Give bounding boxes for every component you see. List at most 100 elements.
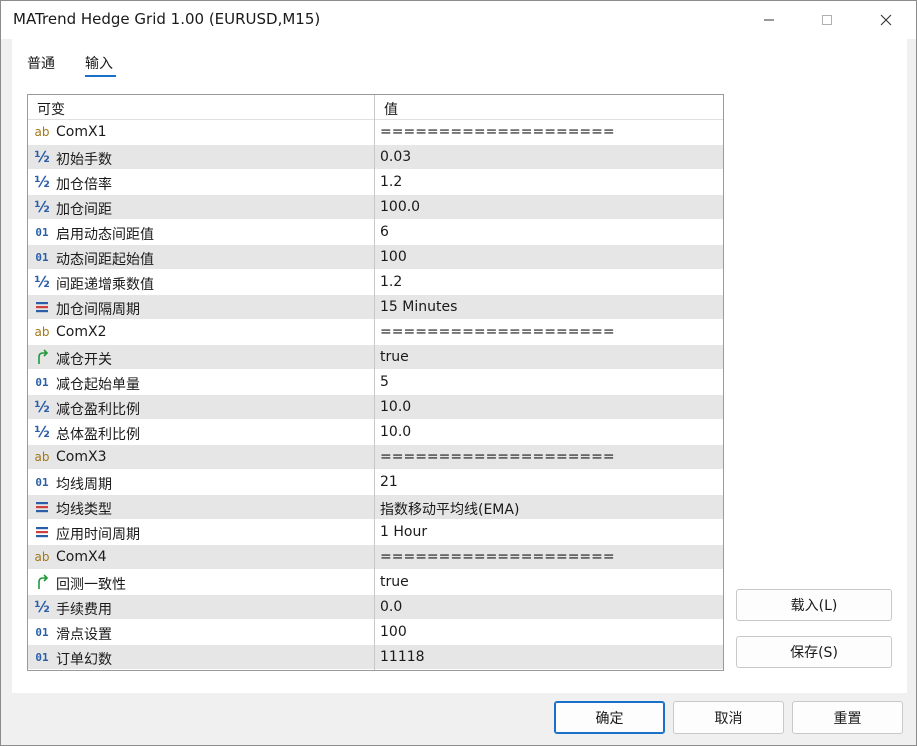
- parameter-value[interactable]: 100: [380, 624, 407, 640]
- table-row[interactable]: ½ 加仓间距 100.0: [28, 195, 723, 220]
- cancel-button[interactable]: 取消: [673, 701, 784, 734]
- table-row[interactable]: ab ComX1 ====================: [28, 120, 723, 145]
- minimize-button[interactable]: [746, 1, 792, 39]
- dialog-window: MATrend Hedge Grid 1.00 (EURUSD,M15) 普通 …: [0, 0, 917, 746]
- table-row[interactable]: 01 订单幻数 11118: [28, 645, 723, 670]
- table-row[interactable]: ½ 初始手数 0.03: [28, 145, 723, 170]
- table-row[interactable]: 应用时间周期 1 Hour: [28, 520, 723, 545]
- column-header-variable[interactable]: 可变: [37, 99, 65, 119]
- double-type-icon: ½: [34, 198, 50, 216]
- row-type-icon: ab: [33, 548, 51, 566]
- content-panel: 普通 输入 可变 值 ab ComX1 ==================== ½ 初…: [12, 39, 907, 693]
- table-row[interactable]: ½ 减仓盈利比例 10.0: [28, 395, 723, 420]
- parameter-value[interactable]: ====================: [380, 549, 615, 565]
- parameter-value[interactable]: 指数移动平均线(EMA): [380, 499, 519, 519]
- row-type-icon: [33, 523, 51, 541]
- maximize-button[interactable]: [804, 1, 850, 39]
- parameter-value[interactable]: 10.0: [380, 399, 411, 415]
- parameter-value[interactable]: 21: [380, 474, 398, 490]
- grid-header: 可变 值: [28, 95, 723, 120]
- maximize-icon: [822, 15, 832, 25]
- active-tab-indicator: [85, 75, 116, 77]
- window-title: MATrend Hedge Grid 1.00 (EURUSD,M15): [13, 10, 321, 28]
- table-row[interactable]: 均线类型 指数移动平均线(EMA): [28, 495, 723, 520]
- parameter-value[interactable]: 1 Hour: [380, 524, 427, 540]
- parameter-value[interactable]: 6: [380, 224, 389, 240]
- parameter-value[interactable]: ====================: [380, 124, 615, 140]
- parameter-value[interactable]: true: [380, 574, 409, 590]
- parameter-value[interactable]: 0.0: [380, 599, 402, 615]
- load-button[interactable]: 载入(L): [736, 589, 892, 621]
- table-row[interactable]: 01 动态间距起始值 100: [28, 245, 723, 270]
- table-row[interactable]: ab ComX2 ====================: [28, 320, 723, 345]
- parameter-name: 启用动态间距值: [56, 227, 154, 243]
- parameter-value[interactable]: 11118: [380, 649, 425, 665]
- save-button[interactable]: 保存(S): [736, 636, 892, 668]
- table-row[interactable]: ab ComX3 ====================: [28, 445, 723, 470]
- table-row[interactable]: 回测一致性 true: [28, 570, 723, 595]
- table-row[interactable]: 01 减仓起始单量 5: [28, 370, 723, 395]
- double-type-icon: ½: [34, 173, 50, 191]
- title-bar[interactable]: MATrend Hedge Grid 1.00 (EURUSD,M15): [1, 1, 916, 39]
- parameter-value[interactable]: 1.2: [380, 174, 402, 190]
- row-type-icon: 01: [33, 623, 51, 641]
- integer-type-icon: 01: [35, 250, 49, 264]
- integer-type-icon: 01: [35, 375, 49, 389]
- table-row[interactable]: ½ 加仓倍率 1.2: [28, 170, 723, 195]
- table-row[interactable]: ½ 手续费用 0.0: [28, 595, 723, 620]
- table-row[interactable]: 01 启用动态间距值 6: [28, 220, 723, 245]
- double-type-icon: ½: [34, 273, 50, 291]
- inputs-grid[interactable]: 可变 值 ab ComX1 ==================== ½ 初始手数 0.0…: [27, 94, 724, 671]
- parameter-value[interactable]: 100.0: [380, 199, 420, 215]
- string-type-icon: ab: [34, 125, 50, 139]
- row-type-icon: ½: [33, 423, 51, 441]
- close-button[interactable]: [863, 1, 909, 39]
- row-type-icon: ab: [33, 448, 51, 466]
- double-type-icon: ½: [34, 148, 50, 166]
- parameter-value[interactable]: 0.03: [380, 149, 411, 165]
- integer-type-icon: 01: [35, 625, 49, 639]
- parameter-value[interactable]: ====================: [380, 324, 615, 340]
- parameter-value[interactable]: 10.0: [380, 424, 411, 440]
- parameter-value[interactable]: 15 Minutes: [380, 299, 457, 315]
- enum-type-icon: [36, 502, 48, 513]
- table-row[interactable]: 减仓开关 true: [28, 345, 723, 370]
- row-type-icon: [33, 573, 51, 591]
- table-row[interactable]: ab ComX4 ====================: [28, 545, 723, 570]
- parameter-name: 回测一致性: [56, 577, 126, 593]
- tab-general[interactable]: 普通: [27, 53, 55, 73]
- parameter-value[interactable]: true: [380, 349, 409, 365]
- column-header-value[interactable]: 值: [384, 99, 398, 119]
- parameter-value[interactable]: ====================: [380, 449, 615, 465]
- parameter-name: 初始手数: [56, 152, 112, 168]
- table-row[interactable]: 加仓间隔周期 15 Minutes: [28, 295, 723, 320]
- column-divider[interactable]: [374, 95, 375, 670]
- parameter-value[interactable]: 1.2: [380, 274, 402, 290]
- parameter-name: 订单幻数: [56, 652, 112, 668]
- parameter-value[interactable]: 100: [380, 249, 407, 265]
- row-type-icon: ½: [33, 273, 51, 291]
- tab-inputs[interactable]: 输入: [85, 53, 113, 73]
- row-type-icon: ½: [33, 173, 51, 191]
- parameter-name: 总体盈利比例: [56, 427, 140, 443]
- table-row[interactable]: ½ 总体盈利比例 10.0: [28, 420, 723, 445]
- reset-button[interactable]: 重置: [792, 701, 903, 734]
- parameter-name: 加仓倍率: [56, 177, 112, 193]
- ok-button[interactable]: 确定: [554, 701, 665, 734]
- parameter-name: 应用时间周期: [56, 527, 140, 543]
- integer-type-icon: 01: [35, 650, 49, 664]
- integer-type-icon: 01: [35, 475, 49, 489]
- parameter-name: 减仓盈利比例: [56, 402, 140, 418]
- table-row[interactable]: ½ 间距递增乘数值 1.2: [28, 270, 723, 295]
- parameter-value[interactable]: 5: [380, 374, 389, 390]
- parameter-name: 动态间距起始值: [56, 252, 154, 268]
- table-row[interactable]: 01 均线周期 21: [28, 470, 723, 495]
- close-icon: [880, 14, 892, 26]
- parameter-name: 手续费用: [56, 602, 112, 618]
- string-type-icon: ab: [34, 450, 50, 464]
- double-type-icon: ½: [34, 423, 50, 441]
- parameter-name: 加仓间距: [56, 202, 112, 218]
- double-type-icon: ½: [34, 398, 50, 416]
- table-row[interactable]: 01 滑点设置 100: [28, 620, 723, 645]
- row-type-icon: 01: [33, 248, 51, 266]
